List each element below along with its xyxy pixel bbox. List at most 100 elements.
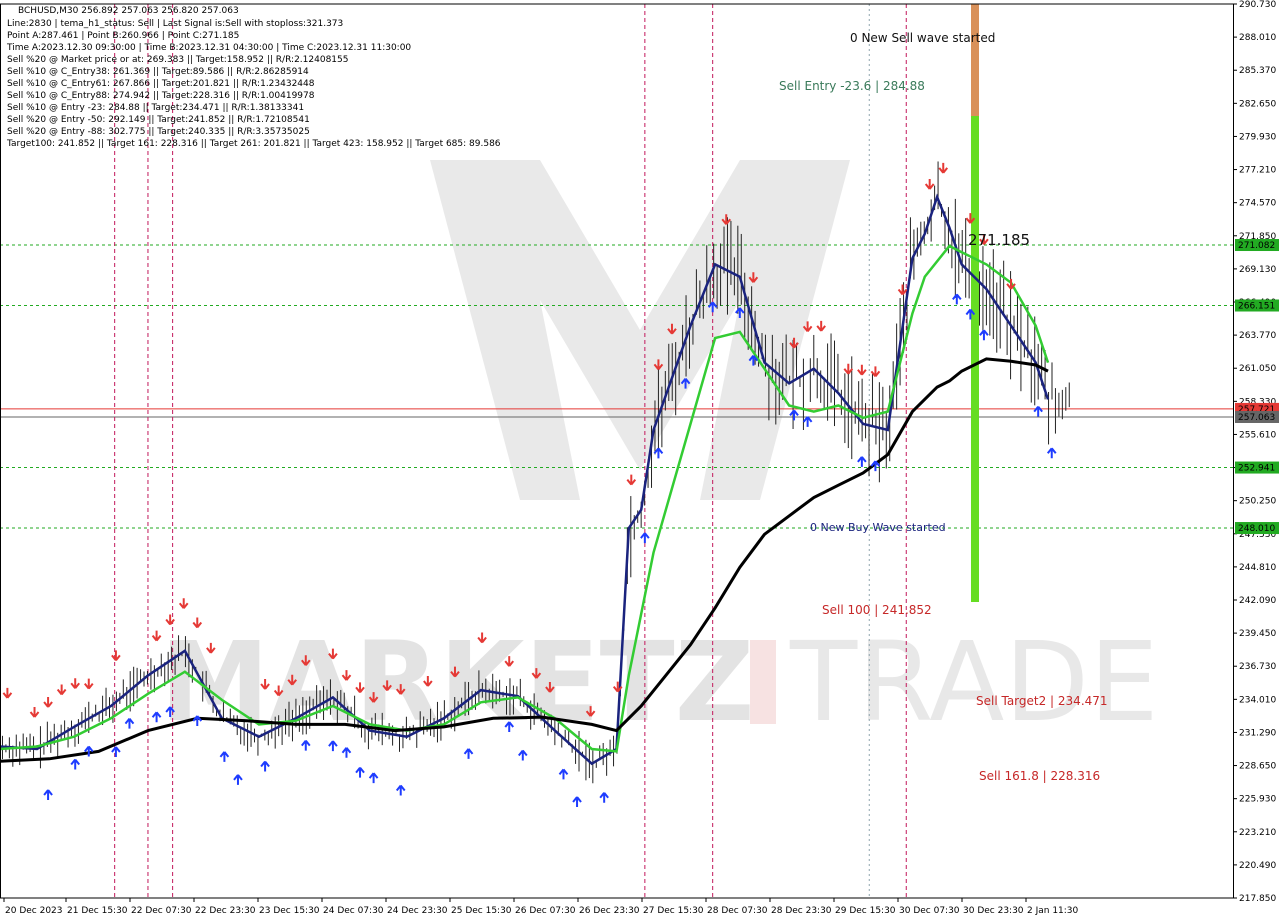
chart-annotation: Sell 161.8 | 228.316 [979,769,1100,783]
y-tick-label: 236.730 [1239,662,1276,672]
x-tick-label: 21 Dec 15:30 [67,906,128,916]
x-tick-label: 24 Dec 07:30 [323,906,384,916]
info-line: Sell %10 @ Entry -23: 284.88 || Target:2… [7,103,304,113]
x-tick-label: 24 Dec 23:30 [387,906,448,916]
signal-bar-green [971,116,979,602]
chart-area: MARKETZ TRADE BCHUSD,M30 256.892 257.063… [0,0,1280,920]
price-tag-label: 252.941 [1238,464,1275,474]
x-tick-label: 27 Dec 15:30 [643,906,704,916]
sell-arrow-icon [626,474,637,486]
info-line: Sell %10 @ C_Entry61: 267.866 || Target:… [7,79,315,89]
y-tick-label: 261.050 [1239,364,1276,374]
x-tick-label: 30 Dec 07:30 [899,906,960,916]
info-line: Sell %10 @ C_Entry88: 274.942 || Target:… [7,91,315,101]
y-tick-label: 242.090 [1239,596,1276,606]
x-tick-label: 28 Dec 23:30 [771,906,832,916]
sell-arrow-icon [938,162,949,174]
y-tick-label: 255.610 [1239,430,1276,440]
sell-arrow-icon [29,707,40,718]
buy-arrow-icon [1033,406,1043,417]
chart-annotation: 0 New Buy Wave started [810,521,946,534]
signal-bar-orange [971,4,979,116]
sell-arrow-icon [816,320,826,332]
chart-annotation: Sell 100 | 241.852 [822,603,932,617]
y-tick-label: 279.930 [1239,132,1276,142]
buy-arrow-icon [1046,447,1057,459]
sell-arrow-icon [843,363,854,375]
buy-arrow-icon [111,746,121,757]
price-tag-label: 266.151 [1238,302,1275,312]
buy-arrow-icon [70,758,80,770]
y-tick-label: 234.010 [1239,695,1276,705]
y-tick-label: 220.490 [1239,861,1276,871]
buy-arrow-icon [558,768,569,780]
buy-arrow-icon [463,748,474,759]
y-tick-label: 274.570 [1239,199,1276,209]
buy-arrow-icon [653,447,664,459]
x-tick-label: 20 Dec 2023 [5,906,63,916]
x-tick-label: 22 Dec 07:30 [131,906,192,916]
buy-arrow-icon [789,409,799,421]
buy-arrow-icon [802,416,813,427]
info-line: Time A:2023.12.30 09:30:00 | Time B:2023… [6,43,411,53]
info-line: Target100: 241.852 || Target 161: 228.31… [6,139,501,149]
sell-arrow-icon [857,364,867,376]
info-line: Sell %20 @ Market price or at: 269.383 |… [7,55,348,65]
sell-arrow-icon [83,678,94,690]
y-tick-label: 290.730 [1239,0,1276,10]
y-tick-label: 231.290 [1239,728,1276,738]
buy-arrow-icon [43,789,53,801]
buy-arrow-icon [395,784,406,796]
y-tick-label: 282.650 [1239,99,1276,109]
x-tick-label: 26 Dec 07:30 [515,906,576,916]
x-tick-label: 2 Jan 11:30 [1027,906,1079,916]
buy-arrow-icon [979,329,989,341]
x-tick-label: 30 Dec 23:30 [963,906,1024,916]
y-tick-label: 269.130 [1239,265,1276,275]
svg-text:TRADE: TRADE [789,618,1159,746]
info-line: Sell %20 @ Entry -50: 292.149 || Target:… [7,115,310,125]
buy-arrow-icon [518,749,528,761]
sell-arrow-icon [178,598,189,609]
y-tick-label: 285.370 [1239,66,1276,76]
buy-arrow-icon [857,456,867,467]
buy-arrow-icon [124,717,135,729]
sell-arrow-icon [43,697,53,708]
y-tick-label: 239.450 [1239,629,1276,639]
y-tick-label: 277.210 [1239,166,1276,176]
sell-arrow-icon [56,684,67,696]
chart-annotation: Sell Entry -23.6 | 284.88 [779,79,925,93]
price-tag-label: 257.063 [1238,413,1275,423]
symbol-line: BCHUSD,M30 256.892 257.063 256.820 257.0… [18,6,239,16]
y-tick-label: 288.010 [1239,33,1276,43]
buy-arrow-icon [83,745,94,757]
buy-arrow-icon [260,760,270,772]
sell-arrow-icon [924,179,935,190]
price-tag-label: 271.082 [1238,241,1275,251]
x-tick-label: 28 Dec 07:30 [707,906,768,916]
buy-arrow-icon [355,766,365,778]
info-line: Line:2830 | tema_h1_status: Sell | Last … [7,19,343,29]
y-tick-label: 263.770 [1239,331,1276,341]
buy-arrow-icon [219,751,230,762]
x-tick-label: 26 Dec 23:30 [579,906,640,916]
info-line: Sell %20 @ Entry -88: 302.775 || Target:… [7,127,310,137]
x-tick-label: 23 Dec 15:30 [259,906,320,916]
sell-arrow-icon [2,687,13,699]
y-tick-label: 250.250 [1239,497,1276,507]
chart-annotation: 0 New Sell wave started [850,31,995,45]
y-tick-label: 244.810 [1239,563,1276,573]
info-line: Point A:287.461 | Point B:260.966 | Poin… [7,31,239,41]
chart-annotation: Sell Target2 | 234.471 [976,694,1108,708]
y-tick-label: 217.850 [1239,894,1276,904]
buy-arrow-icon [368,772,379,784]
x-tick-label: 25 Dec 15:30 [451,906,512,916]
y-tick-label: 225.930 [1239,795,1276,805]
buy-arrow-icon [233,774,243,785]
buy-arrow-icon [952,293,962,305]
sell-arrow-icon [70,678,80,689]
buy-arrow-icon [572,796,582,807]
sell-arrow-icon [897,284,908,296]
watermark-text: MARKETZ [160,618,754,746]
info-line: Sell %10 @ C_Entry38: 261.369 || Target:… [7,67,309,77]
